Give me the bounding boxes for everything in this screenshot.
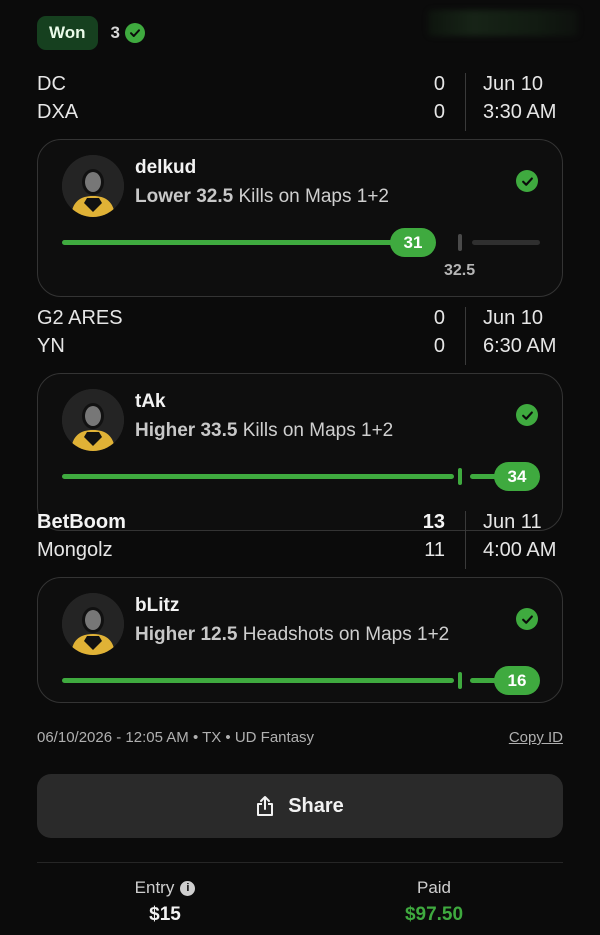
copy-id-link[interactable]: Copy ID xyxy=(509,729,563,746)
progress-fill xyxy=(62,240,412,245)
paid-label: Paid xyxy=(416,878,452,897)
entry-value: $15 xyxy=(149,904,181,925)
progress-fill xyxy=(62,678,454,683)
team-score: 0 xyxy=(433,307,445,329)
entry-timestamp: 06/10/2026 - 12:05 AM • TX • UD Fantasy xyxy=(37,729,315,746)
match-date: Jun 11 xyxy=(483,511,542,533)
team-name: DC xyxy=(37,73,66,95)
match-time: 3:30 AM xyxy=(483,101,557,123)
picks-count: 3 xyxy=(110,23,120,42)
match-row: DC 0 DXA 0 Jun 10 3:30 AM xyxy=(37,73,563,135)
divider xyxy=(465,511,466,569)
check-circle-icon xyxy=(516,170,538,192)
match-time: 4:00 AM xyxy=(483,539,557,561)
pick-line-value: 33.5 xyxy=(200,420,238,441)
pick-stat: Headshots on Maps 1+2 xyxy=(242,624,450,645)
player-name: tAk xyxy=(135,391,166,412)
team-name: DXA xyxy=(37,101,79,123)
divider xyxy=(465,73,466,131)
share-label: Share xyxy=(288,794,344,817)
progress-bar: 16 xyxy=(62,666,540,696)
entry-label-row: Entry i xyxy=(65,878,265,898)
pick-line-value: 12.5 xyxy=(200,624,238,645)
paid-value: $97.50 xyxy=(404,904,464,925)
match-date: Jun 10 xyxy=(483,73,544,95)
pick-card[interactable]: delkud Lower 32.5 Kills on Maps 1+2 31 3… xyxy=(37,139,563,297)
divider xyxy=(465,307,466,365)
pick-stat: Kills on Maps 1+2 xyxy=(238,186,390,207)
result-header: Won 3 xyxy=(37,15,145,51)
progress-bar: 31 32.5 xyxy=(62,228,540,279)
pick-card[interactable]: bLitz Higher 12.5 Headshots on Maps 1+2 … xyxy=(37,577,563,703)
share-icon xyxy=(257,796,274,816)
match-row: G2 ARES 0 YN 0 Jun 10 6:30 AM xyxy=(37,307,563,369)
target-marker xyxy=(458,672,462,689)
team-score: 0 xyxy=(433,73,445,95)
blurred-header-area xyxy=(428,10,578,36)
team-name: BetBoom xyxy=(37,511,126,533)
team-name: YN xyxy=(37,335,65,357)
pick-line: Higher 33.5 Kills on Maps 1+2 xyxy=(135,420,393,442)
divider xyxy=(37,862,563,863)
progress-bar: 34 xyxy=(62,462,540,492)
progress-fill xyxy=(62,474,454,479)
pick-line: Higher 12.5 Headshots on Maps 1+2 xyxy=(135,624,449,646)
check-circle-icon xyxy=(516,608,538,630)
entry-detail-page: Won 3 DC 0 DXA 0 Jun 10 3:30 AM delkud L… xyxy=(0,0,600,935)
player-name: delkud xyxy=(135,157,197,178)
player-avatar xyxy=(62,593,124,655)
team-score: 11 xyxy=(424,539,445,561)
entry-label: Entry xyxy=(134,878,175,897)
match-row: BetBoom 13 Mongolz 11 Jun 11 4:00 AM xyxy=(37,511,563,573)
won-badge: Won xyxy=(37,16,98,50)
team-score: 0 xyxy=(433,101,445,123)
player-name: bLitz xyxy=(135,595,180,616)
team-name: Mongolz xyxy=(37,539,113,561)
pick-direction: Lower xyxy=(135,186,191,207)
entry-stat: Entry i $15 xyxy=(65,878,265,926)
pick-stat: Kills on Maps 1+2 xyxy=(242,420,394,441)
team-score: 13 xyxy=(422,511,445,533)
check-circle-icon xyxy=(516,404,538,426)
pick-line: Lower 32.5 Kills on Maps 1+2 xyxy=(135,186,389,208)
team-name: G2 ARES xyxy=(37,307,123,329)
target-marker xyxy=(458,468,462,485)
player-avatar xyxy=(62,155,124,217)
share-button[interactable]: Share xyxy=(37,774,563,838)
entry-meta: 06/10/2026 - 12:05 AM • TX • UD Fantasy … xyxy=(37,729,563,746)
result-value-pill: 31 xyxy=(390,228,436,257)
pick-card[interactable]: tAk Higher 33.5 Kills on Maps 1+2 34 xyxy=(37,373,563,531)
pick-direction: Higher xyxy=(135,420,196,441)
player-avatar xyxy=(62,389,124,451)
team-score: 0 xyxy=(433,335,445,357)
result-value-pill: 16 xyxy=(494,666,540,695)
pick-line-value: 32.5 xyxy=(196,186,234,207)
paid-stat: Paid $97.50 xyxy=(334,878,534,926)
pick-direction: Higher xyxy=(135,624,196,645)
progress-track xyxy=(472,240,540,245)
check-circle-icon xyxy=(124,23,145,43)
match-date: Jun 10 xyxy=(483,307,544,329)
match-time: 6:30 AM xyxy=(483,335,557,357)
target-label: 32.5 xyxy=(444,262,476,279)
target-marker xyxy=(458,234,462,251)
info-icon[interactable]: i xyxy=(180,880,196,896)
result-value-pill: 34 xyxy=(494,462,540,491)
